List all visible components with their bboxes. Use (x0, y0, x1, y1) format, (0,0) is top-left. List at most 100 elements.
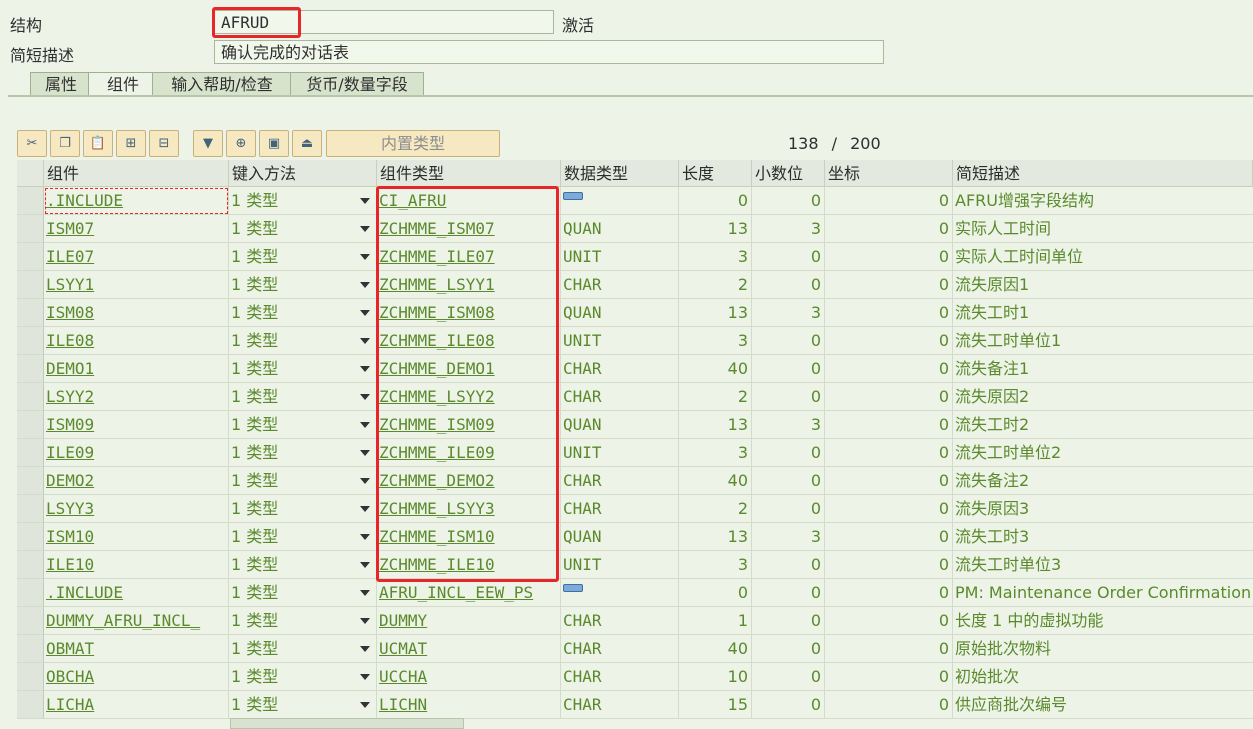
row-selector[interactable] (17, 243, 44, 271)
component-cell[interactable]: DUMMY_AFRU_INCL_ (44, 607, 229, 635)
table-row[interactable]: LSYY1 1 类型 ZCHMME_LSYY1 CHAR 2 0 0 流失原因1 (17, 271, 1253, 299)
data-type-cell[interactable]: QUAN (561, 523, 679, 551)
typing-method-cell[interactable]: 1 类型 (229, 327, 377, 355)
decimals-cell[interactable]: 0 (752, 635, 825, 663)
typing-method-cell[interactable]: 1 类型 (229, 467, 377, 495)
chevron-down-icon[interactable] (360, 702, 370, 708)
component-name[interactable]: ILE10 (46, 555, 94, 574)
length-cell[interactable]: 3 (679, 551, 752, 579)
component-type-link[interactable]: ZCHMME_DEMO2 (379, 471, 495, 490)
description-cell[interactable]: 实际人工时间 (953, 215, 1253, 243)
sort-button[interactable]: ⏏ (292, 130, 322, 157)
cut-button[interactable]: ✂ (17, 130, 47, 157)
table-row[interactable]: DUMMY_AFRU_INCL_ 1 类型 DUMMY CHAR 1 0 0 长度 1 中的虚… (17, 607, 1253, 635)
component-name[interactable]: ISM08 (46, 303, 94, 322)
row-selector[interactable] (17, 327, 44, 355)
decimals-cell[interactable]: 0 (752, 691, 825, 719)
row-selector[interactable] (17, 271, 44, 299)
typing-method-cell[interactable]: 1 类型 (229, 551, 377, 579)
decimals-cell[interactable]: 0 (752, 187, 825, 215)
delete-row-button[interactable]: ⊟ (149, 130, 179, 157)
length-cell[interactable]: 13 (679, 215, 752, 243)
component-cell[interactable]: ILE10 (44, 551, 229, 579)
typing-method-cell[interactable]: 1 类型 (229, 579, 377, 607)
table-row[interactable]: ISM08 1 类型 ZCHMME_ISM08 QUAN 13 3 0 流失工时1 (17, 299, 1253, 327)
decimals-cell[interactable]: 3 (752, 411, 825, 439)
data-type-cell[interactable] (561, 187, 679, 215)
length-cell[interactable]: 2 (679, 271, 752, 299)
component-type-cell[interactable]: UCMAT (377, 635, 561, 663)
description-cell[interactable]: 流失工时单位2 (953, 439, 1253, 467)
length-cell[interactable]: 40 (679, 355, 752, 383)
typing-method-cell[interactable]: 1 类型 (229, 663, 377, 691)
table-row[interactable]: DEMO2 1 类型 ZCHMME_DEMO2 CHAR 40 0 0 流失备注2 (17, 467, 1253, 495)
row-selector[interactable] (17, 187, 44, 215)
chevron-down-icon[interactable] (360, 534, 370, 540)
component-cell[interactable]: LSYY2 (44, 383, 229, 411)
chevron-down-icon[interactable] (360, 506, 370, 512)
component-name[interactable]: DEMO1 (46, 359, 94, 378)
component-cell[interactable]: LSYY1 (44, 271, 229, 299)
component-type-cell[interactable]: ZCHMME_ISM08 (377, 299, 561, 327)
component-name[interactable]: ISM07 (46, 219, 94, 238)
length-cell[interactable]: 3 (679, 243, 752, 271)
decimals-cell[interactable]: 0 (752, 551, 825, 579)
expand-button[interactable]: ⊕ (226, 130, 256, 157)
component-type-cell[interactable]: ZCHMME_DEMO1 (377, 355, 561, 383)
coordinate-cell[interactable]: 0 (825, 355, 953, 383)
decimals-cell[interactable]: 0 (752, 383, 825, 411)
insert-row-button[interactable]: ⊞ (116, 130, 146, 157)
component-type-cell[interactable]: ZCHMME_ILE10 (377, 551, 561, 579)
table-row[interactable]: LICHA 1 类型 LICHN CHAR 15 0 0 供应商批次编号 (17, 691, 1253, 719)
component-name[interactable]: .INCLUDE (46, 583, 123, 602)
length-cell[interactable]: 0 (679, 579, 752, 607)
table-row[interactable]: .INCLUDE 1 类型 CI_AFRU 0 0 0 AFRU增强字段结构 (17, 187, 1253, 215)
col-header-decimals[interactable]: 小数位 (752, 160, 825, 187)
component-name[interactable]: ILE07 (46, 247, 94, 266)
chevron-down-icon[interactable] (360, 282, 370, 288)
length-cell[interactable]: 13 (679, 299, 752, 327)
component-type-link[interactable]: ZCHMME_LSYY1 (379, 275, 495, 294)
data-type-cell[interactable]: CHAR (561, 607, 679, 635)
component-type-cell[interactable]: ZCHMME_ISM09 (377, 411, 561, 439)
component-type-link[interactable]: ZCHMME_DEMO1 (379, 359, 495, 378)
decimals-cell[interactable]: 0 (752, 579, 825, 607)
decimals-cell[interactable]: 0 (752, 495, 825, 523)
typing-method-cell[interactable]: 1 类型 (229, 495, 377, 523)
length-cell[interactable]: 3 (679, 439, 752, 467)
copy-button[interactable]: ❐ (50, 130, 80, 157)
component-name[interactable]: OBMAT (46, 639, 94, 658)
description-cell[interactable]: 流失备注1 (953, 355, 1253, 383)
description-cell[interactable]: AFRU增强字段结构 (953, 187, 1253, 215)
description-cell[interactable]: 流失工时3 (953, 523, 1253, 551)
row-selector[interactable] (17, 383, 44, 411)
component-type-link[interactable]: DUMMY (379, 611, 427, 630)
row-selector[interactable] (17, 523, 44, 551)
data-type-cell[interactable]: QUAN (561, 411, 679, 439)
description-cell[interactable]: 实际人工时间单位 (953, 243, 1253, 271)
row-selector[interactable] (17, 355, 44, 383)
decimals-cell[interactable]: 3 (752, 215, 825, 243)
component-type-link[interactable]: ZCHMME_ISM10 (379, 527, 495, 546)
chevron-down-icon[interactable] (360, 226, 370, 232)
component-name[interactable]: ISM10 (46, 527, 94, 546)
component-name[interactable]: LSYY2 (46, 387, 94, 406)
description-cell[interactable]: 流失工时1 (953, 299, 1253, 327)
component-type-cell[interactable]: CI_AFRU (377, 187, 561, 215)
component-cell[interactable]: ISM07 (44, 215, 229, 243)
data-type-cell[interactable]: UNIT (561, 327, 679, 355)
tab-components[interactable]: 组件 (88, 72, 158, 96)
coordinate-cell[interactable]: 0 (825, 215, 953, 243)
component-type-link[interactable]: ZCHMME_LSYY3 (379, 499, 495, 518)
component-name[interactable]: LSYY1 (46, 275, 94, 294)
decimals-cell[interactable]: 0 (752, 607, 825, 635)
typing-method-cell[interactable]: 1 类型 (229, 439, 377, 467)
component-name[interactable]: LICHA (46, 695, 94, 714)
filter-button[interactable]: ▼ (193, 130, 223, 157)
component-type-link[interactable]: UCMAT (379, 639, 427, 658)
tab-currency-fields[interactable]: 货币/数量字段 (290, 72, 424, 95)
coordinate-cell[interactable]: 0 (825, 495, 953, 523)
decimals-cell[interactable]: 0 (752, 439, 825, 467)
component-type-cell[interactable]: ZCHMME_ILE09 (377, 439, 561, 467)
horizontal-scrollbar[interactable] (230, 718, 464, 729)
